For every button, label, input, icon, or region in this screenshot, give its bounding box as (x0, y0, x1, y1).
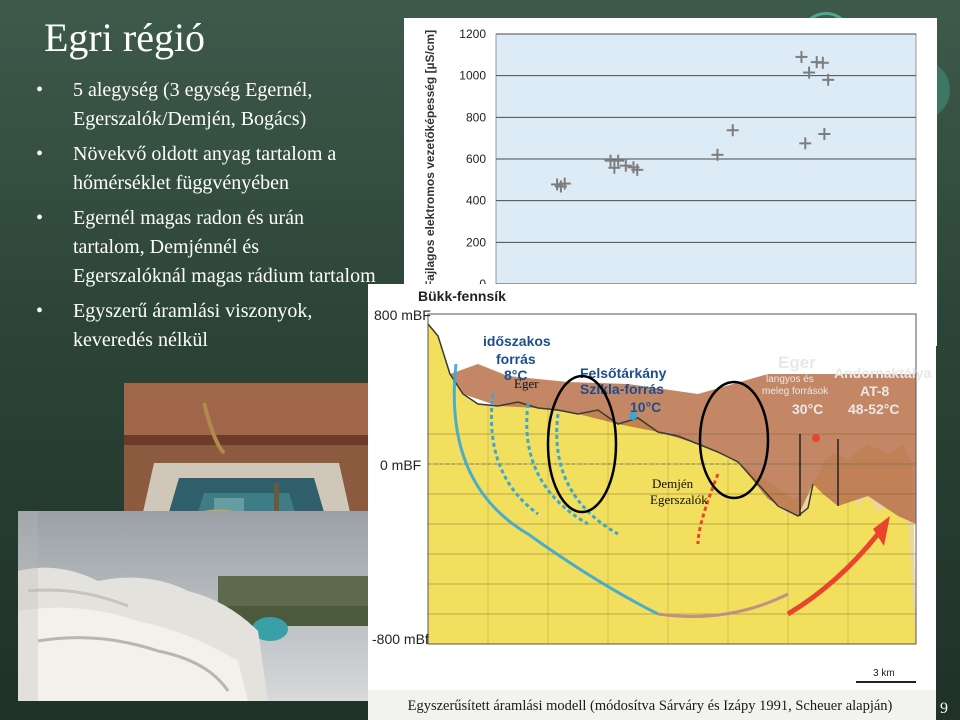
bullet-dot-icon: • (36, 143, 44, 165)
bullet-item: • 5 alegység (3 egység Egernél, Egerszaló… (36, 76, 376, 134)
y-axis-title: Fajlagos elektromos vezetőképesség [µS/c… (423, 30, 437, 288)
bullet-dot-icon: • (36, 79, 44, 101)
elevation-zero-label: 0 mBF (380, 457, 421, 473)
elevation-top-label: 800 mBF (374, 307, 431, 323)
spring-marker-icon (812, 434, 820, 442)
svg-text:meleg források: meleg források (762, 386, 829, 397)
bullet-text: 5 alegység (3 egység Egernél, Egerszalók… (73, 79, 313, 130)
slide-title: Egri régió (44, 15, 206, 60)
elevation-bottom-label: -800 mBf (372, 631, 429, 647)
travertine-terrace-photo (18, 511, 368, 701)
y-tick-label: 1000 (459, 69, 486, 83)
y-tick-label: 400 (466, 194, 486, 208)
svg-text:48-52°C: 48-52°C (848, 401, 900, 417)
svg-text:időszakos: időszakos (483, 333, 551, 349)
svg-text:forrás: forrás (496, 351, 536, 367)
figure-caption: Egyszerűsített áramlási modell (módosítv… (407, 698, 893, 714)
y-tick-label: 800 (466, 110, 486, 124)
bullet-dot-icon: • (36, 300, 44, 322)
y-tick-label: 600 (466, 152, 486, 166)
overlay-eger-label: Eger (514, 376, 539, 391)
svg-text:10°C: 10°C (630, 399, 661, 415)
slide-number: 9 (940, 700, 948, 717)
overlay-egerszalok-label: Egerszalók (650, 492, 708, 507)
bullet-item: • Növekvő oldott anyag tartalom a hőmérsé… (36, 140, 376, 198)
svg-text:Eger: Eger (778, 353, 816, 372)
svg-text:Szikla-forrás: Szikla-forrás (580, 381, 664, 397)
bullet-text: Növekvő oldott anyag tartalom a hőmérsék… (73, 143, 337, 194)
bullet-item: • Egyszerű áramlási viszonyok, keveredés … (36, 297, 376, 355)
y-tick-label: 200 (466, 235, 486, 249)
region-label: Bükk-fennsík (418, 288, 506, 304)
bullet-text: Egernél magas radon és urán tartalom, De… (73, 207, 376, 287)
overlay-demjen-label: Demjén (652, 476, 694, 491)
svg-text:AT-8: AT-8 (860, 383, 890, 399)
svg-text:Andornaktálya: Andornaktálya (834, 365, 931, 381)
bullet-text: Egyszerű áramlási viszonyok, keveredés n… (73, 300, 313, 351)
y-tick-label: 1200 (459, 27, 486, 41)
bullet-item: • Egernél magas radon és urán tartalom, D… (36, 204, 376, 291)
svg-text:langyos és: langyos és (766, 374, 814, 385)
svg-text:30°C: 30°C (792, 401, 823, 417)
geological-cross-section: Bükk-fennsík 800 mBF 0 mBF -800 mBf idős… (368, 284, 936, 690)
bullet-dot-icon: • (36, 207, 44, 229)
bullet-list: • 5 alegység (3 egység Egernél, Egerszaló… (36, 76, 376, 361)
scale-label: 3 km (873, 668, 895, 679)
